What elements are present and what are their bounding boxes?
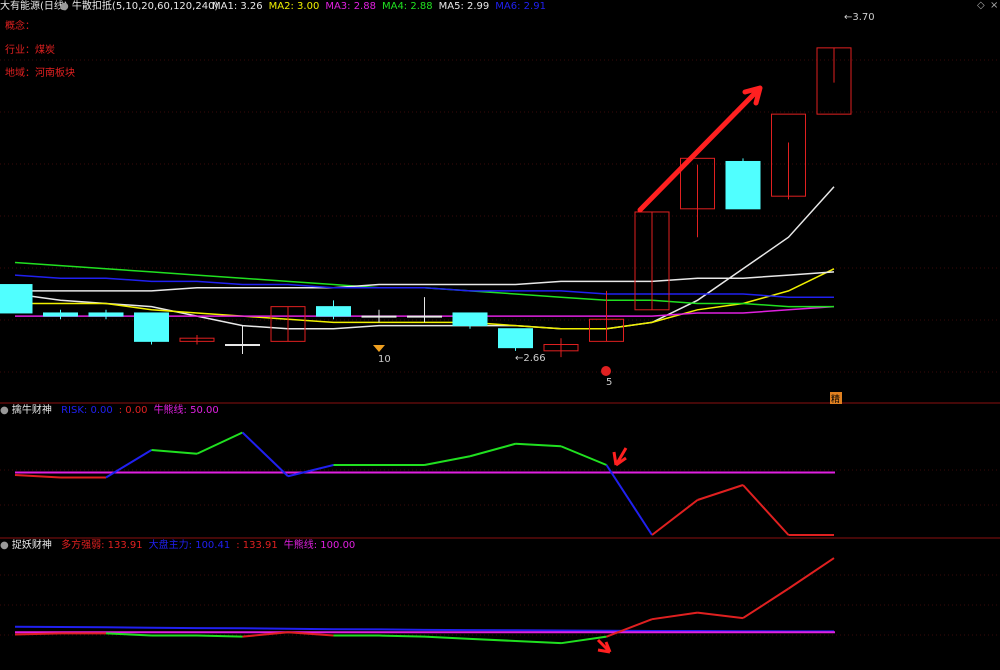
panel2-legend-item-0: RISK: 0.00 — [61, 405, 113, 416]
close-icon[interactable]: × — [990, 0, 998, 11]
strength-segment — [196, 634, 243, 638]
ma-legend-item-3: MA4: 2.88 — [381, 1, 433, 12]
panel3-header: ● 捉妖财神 多方强弱: 133.91 大盘主力: 100.41 : 133.91 牛… — [0, 540, 355, 552]
panel3-legend-item-0: 多方强弱: 133.91 — [61, 540, 143, 551]
low-price-label: ←2.66 — [515, 353, 546, 364]
industry-label: 行业：煤炭 — [5, 45, 55, 56]
ma-legend-item-4: MA5: 2.99 — [438, 1, 490, 12]
stock-title: 大有能源(日线) — [0, 1, 68, 13]
candle-body — [452, 312, 488, 327]
osc1-segment — [151, 449, 198, 455]
gear-icon[interactable]: ● — [0, 405, 9, 416]
gear-icon[interactable]: ● — [0, 540, 9, 551]
signal-arrow-icon — [612, 447, 628, 467]
panel2-legend-item-2: 牛熊线: 50.00 — [153, 405, 219, 416]
strength-segment — [697, 611, 744, 620]
osc1-segment — [196, 431, 243, 455]
panel3-legend-item-2: : 133.91 — [236, 540, 278, 551]
panel2-legend-item-1: : 0.00 — [118, 405, 148, 416]
diamond-icon — [373, 345, 385, 352]
osc1-segment — [697, 484, 744, 501]
marker-label-a: 10 — [378, 354, 391, 365]
ma-legend-item-1: MA2: 3.00 — [268, 1, 320, 12]
panel2-header: ● 擒牛财神 RISK: 0.00 : 0.00 牛熊线: 50.00 — [0, 405, 219, 417]
panel3-title: 捉妖财神 — [11, 540, 52, 551]
osc1-segment — [241, 431, 289, 477]
candle-body — [407, 315, 442, 318]
indicator-header[interactable]: ● 牛散扣抵(5,10,20,60,120,240) — [60, 1, 218, 13]
strength-segment — [787, 557, 835, 590]
candle-body — [316, 306, 351, 317]
region-label: 地域：河南板块 — [5, 68, 75, 79]
osc1-segment — [287, 464, 334, 478]
panel3-legend-item-1: 大盘主力: 100.41 — [148, 540, 231, 551]
candle-body — [498, 328, 533, 349]
strength-segment — [424, 635, 471, 640]
candle-body — [43, 312, 78, 317]
high-price-label: ←3.70 — [844, 12, 875, 23]
settings-icon[interactable]: ● — [60, 1, 69, 12]
osc1-segment — [560, 445, 607, 466]
candle-body — [361, 315, 397, 318]
indicator-name: 牛散扣抵(5,10,20,60,120,240) — [71, 1, 219, 12]
candle-body — [134, 312, 169, 342]
strength-segment — [606, 618, 653, 638]
osc1-segment — [651, 499, 699, 536]
signal-arrow-icon — [596, 638, 612, 654]
strength-segment — [14, 632, 61, 636]
ma-legend-item-2: MA3: 2.88 — [325, 1, 376, 12]
strength-segment — [742, 587, 790, 619]
concept-label: 概念： — [5, 21, 35, 32]
corner-tag: 精 — [831, 393, 840, 405]
panel2-title: 擒牛财神 — [11, 405, 52, 416]
market-line — [14, 625, 834, 633]
osc1-segment — [424, 455, 471, 466]
osc1-segment — [742, 484, 790, 536]
panel3-legend: 多方强弱: 133.91 大盘主力: 100.41 : 133.91 牛熊线: 100… — [55, 540, 355, 551]
strength-segment — [515, 640, 562, 645]
osc1-segment — [14, 474, 61, 479]
diamond-icon[interactable]: ◇ — [977, 0, 985, 11]
candle-body — [725, 160, 761, 210]
panel2-legend: RISK: 0.00 : 0.00 牛熊线: 50.00 — [55, 405, 219, 416]
strength-segment — [378, 634, 425, 638]
osc1-segment — [515, 442, 562, 448]
marker-label-b: 5 — [606, 377, 612, 388]
osc1-segment — [469, 442, 516, 458]
signal-dot-icon — [601, 366, 611, 376]
osc1-segment — [605, 464, 653, 536]
candle-body — [0, 284, 33, 314]
chart-canvas: ←3.70 ←2.66 10 5 精 — [0, 12, 1000, 654]
ma-legend-item-5: MA6: 2.91 — [495, 1, 546, 12]
panel3-legend-item-3: 牛熊线: 100.00 — [283, 540, 356, 551]
strength-segment — [469, 637, 516, 642]
stock-name: 大有能源(日线) — [0, 1, 68, 12]
strength-segment — [651, 611, 698, 621]
ma-legend: MA1: 3.26 MA2: 3.00 MA3: 2.88 MA4: 2.88 MA5:… — [206, 1, 546, 13]
ma-legend-item-0: MA1: 3.26 — [212, 1, 263, 12]
candle-body — [88, 312, 124, 317]
candle-body — [225, 344, 260, 347]
